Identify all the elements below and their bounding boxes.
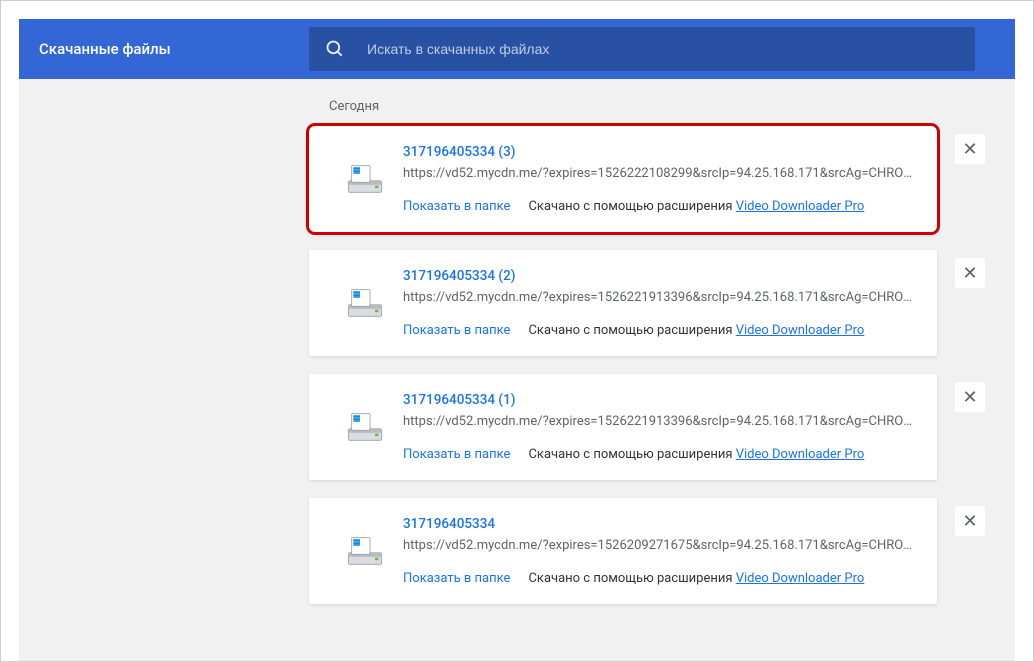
- close-icon[interactable]: ✕: [955, 382, 985, 412]
- extension-link[interactable]: Video Downloader Pro: [736, 571, 865, 586]
- file-icon: [345, 159, 385, 199]
- extension-link[interactable]: Video Downloader Pro: [736, 323, 865, 338]
- close-icon[interactable]: ✕: [955, 134, 985, 164]
- download-card[interactable]: 317196405334 (3) https://vd52.mycdn.me/?e…: [309, 126, 937, 232]
- download-info: 317196405334 (1) https://vd52.mycdn.me/?e…: [403, 392, 921, 462]
- file-icon-cell: [327, 516, 403, 586]
- extension-link[interactable]: Video Downloader Pro: [736, 199, 865, 214]
- file-icon: [345, 531, 385, 571]
- download-url: https://vd52.mycdn.me/?expires=152622191…: [403, 290, 921, 305]
- download-row: 317196405334 (1) https://vd52.mycdn.me/?e…: [309, 374, 1015, 480]
- download-info: 317196405334 (3) https://vd52.mycdn.me/?e…: [403, 144, 921, 214]
- download-card[interactable]: 317196405334 (1) https://vd52.mycdn.me/?e…: [309, 374, 937, 480]
- extension-link[interactable]: Video Downloader Pro: [736, 447, 865, 462]
- show-in-folder-link[interactable]: Показать в папке: [403, 323, 510, 338]
- close-icon[interactable]: ✕: [955, 258, 985, 288]
- file-icon-cell: [327, 268, 403, 338]
- download-actions: Показать в папке Скачано с помощью расшир…: [403, 447, 921, 462]
- download-card[interactable]: 317196405334 (2) https://vd52.mycdn.me/?e…: [309, 250, 937, 356]
- download-title[interactable]: 317196405334 (3): [403, 144, 921, 160]
- download-info: 317196405334 (2) https://vd52.mycdn.me/?e…: [403, 268, 921, 338]
- show-in-folder-link[interactable]: Показать в папке: [403, 199, 510, 214]
- show-in-folder-link[interactable]: Показать в папке: [403, 447, 510, 462]
- download-card[interactable]: 317196405334 https://vd52.mycdn.me/?expir…: [309, 498, 937, 604]
- downloads-list: 317196405334 (3) https://vd52.mycdn.me/?e…: [309, 126, 1015, 604]
- download-row: 317196405334 (2) https://vd52.mycdn.me/?e…: [309, 250, 1015, 356]
- download-title[interactable]: 317196405334 (2): [403, 268, 921, 284]
- file-icon-cell: [327, 392, 403, 462]
- date-group-label: Сегодня: [309, 99, 1015, 114]
- download-url: https://vd52.mycdn.me/?expires=152622210…: [403, 166, 921, 181]
- close-icon[interactable]: ✕: [955, 506, 985, 536]
- download-title[interactable]: 317196405334: [403, 516, 921, 532]
- page-frame: Скачанные файлы Сегодня 317196405334 (3)…: [0, 0, 1034, 662]
- show-in-folder-link[interactable]: Показать в папке: [403, 571, 510, 586]
- download-actions: Показать в папке Скачано с помощью расшир…: [403, 199, 921, 214]
- downloaded-with-text: Скачано с помощью расширения Video Downl…: [528, 447, 864, 462]
- download-row: 317196405334 (3) https://vd52.mycdn.me/?e…: [309, 126, 1015, 232]
- content-area: Сегодня 317196405334 (3) https://vd52.myc…: [19, 79, 1015, 604]
- download-url: https://vd52.mycdn.me/?expires=152622191…: [403, 414, 921, 429]
- downloaded-with-text: Скачано с помощью расширения Video Downl…: [528, 571, 864, 586]
- file-icon: [345, 283, 385, 323]
- download-row: 317196405334 https://vd52.mycdn.me/?expir…: [309, 498, 1015, 604]
- search-container[interactable]: [309, 27, 975, 71]
- file-icon-cell: [327, 144, 403, 214]
- page-inner: Скачанные файлы Сегодня 317196405334 (3)…: [19, 19, 1015, 661]
- page-title: Скачанные файлы: [39, 40, 309, 58]
- downloaded-with-text: Скачано с помощью расширения Video Downl…: [528, 199, 864, 214]
- search-input[interactable]: [367, 41, 959, 57]
- download-url: https://vd52.mycdn.me/?expires=152620927…: [403, 538, 921, 553]
- header: Скачанные файлы: [19, 19, 1015, 79]
- search-icon: [325, 39, 345, 59]
- downloaded-with-text: Скачано с помощью расширения Video Downl…: [528, 323, 864, 338]
- download-actions: Показать в папке Скачано с помощью расшир…: [403, 323, 921, 338]
- download-actions: Показать в папке Скачано с помощью расшир…: [403, 571, 921, 586]
- download-title[interactable]: 317196405334 (1): [403, 392, 921, 408]
- download-info: 317196405334 https://vd52.mycdn.me/?expir…: [403, 516, 921, 586]
- file-icon: [345, 407, 385, 447]
